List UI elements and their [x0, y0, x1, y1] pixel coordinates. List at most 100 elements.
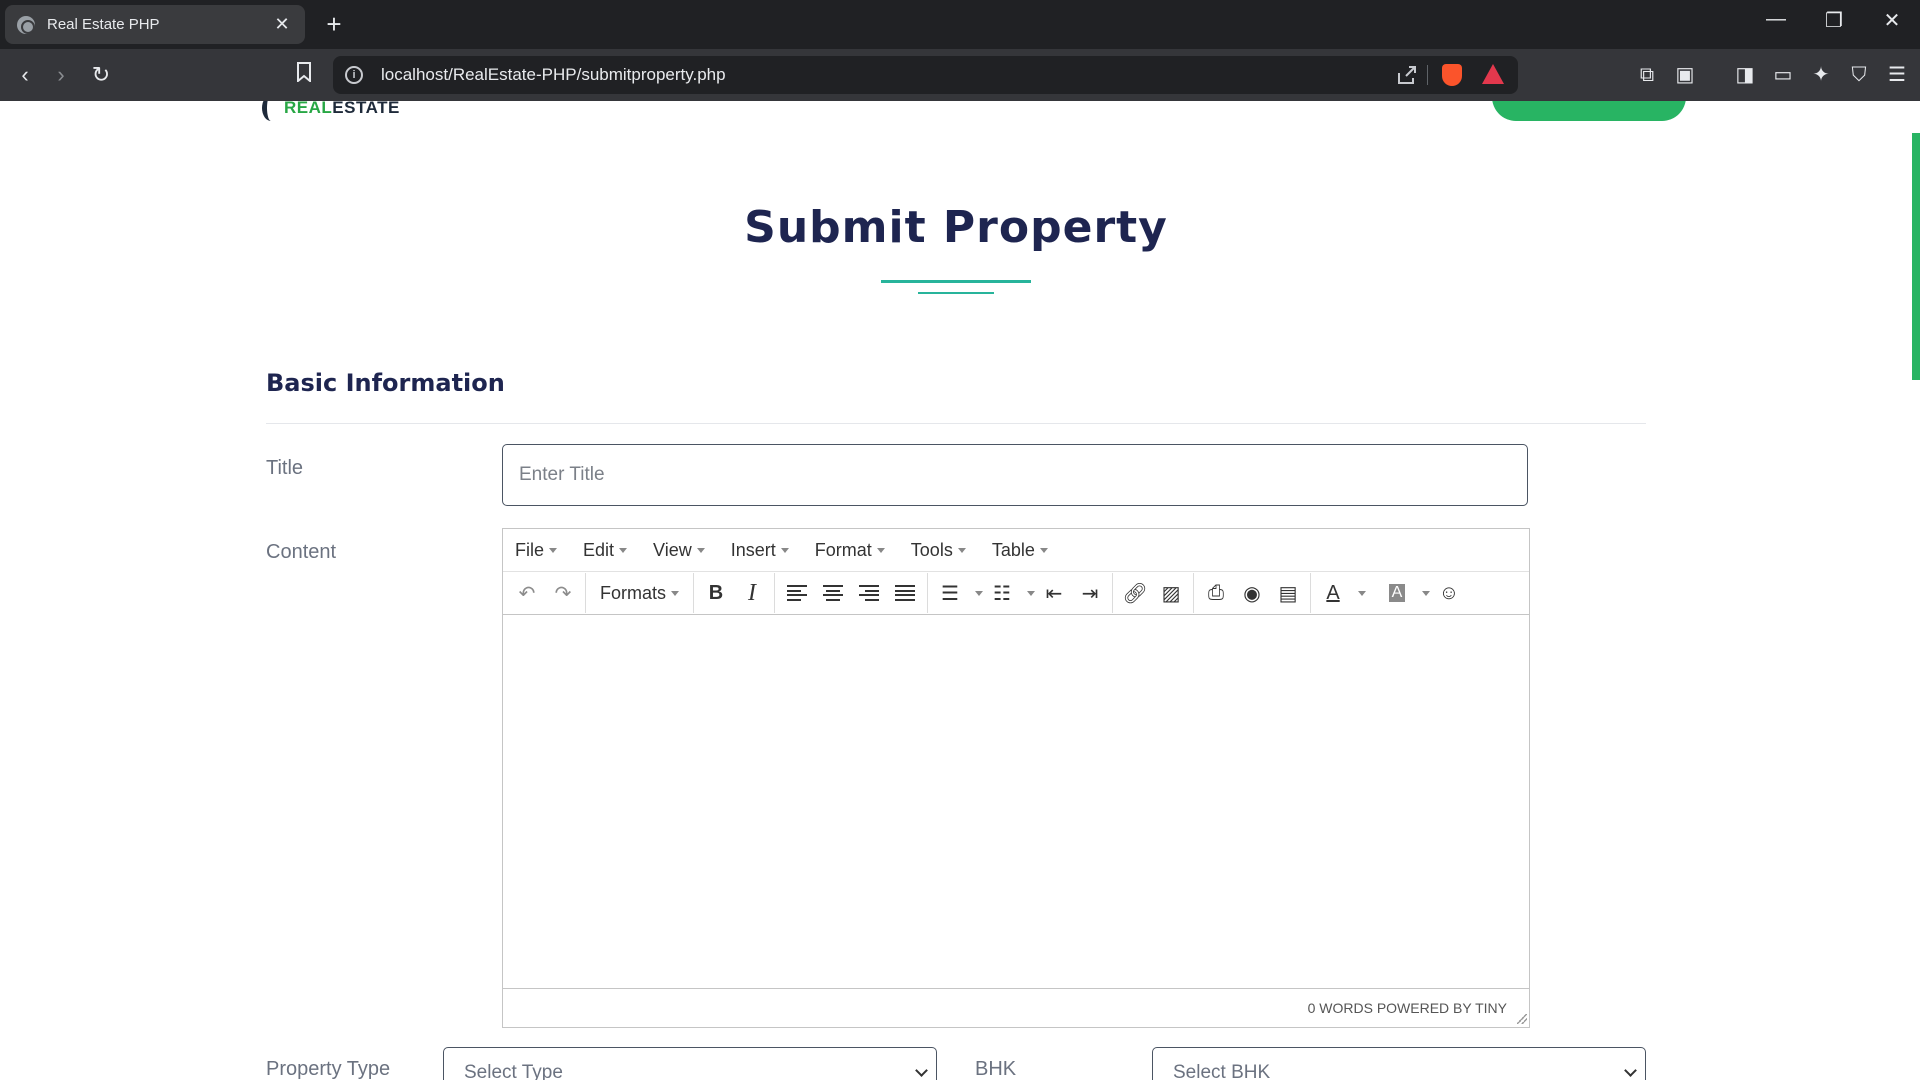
bhk-label: BHK: [975, 1058, 1017, 1080]
share-icon[interactable]: [1396, 64, 1418, 86]
align-left-icon[interactable]: [779, 575, 815, 611]
numbered-list-icon[interactable]: ☷: [984, 575, 1020, 611]
resize-handle-icon[interactable]: [1517, 1014, 1527, 1024]
chevron-down-icon: [876, 547, 885, 553]
title-underline: [881, 280, 1031, 283]
address-url[interactable]: localhost/RealEstate-PHP/submitproperty.…: [381, 65, 726, 85]
chevron-down-icon: [619, 547, 628, 553]
logo-mark-icon: [262, 101, 280, 121]
editor-content-area[interactable]: [503, 615, 1529, 989]
site-info-icon[interactable]: i: [345, 66, 363, 84]
rich-text-editor: File Edit View Insert Format Tools Table…: [502, 528, 1530, 1028]
brave-shields-icon[interactable]: [1442, 64, 1462, 86]
menu-edit[interactable]: Edit: [579, 540, 631, 561]
site-logo[interactable]: REAL ESTATE: [262, 101, 400, 121]
minimize-icon[interactable]: —: [1756, 8, 1796, 31]
chevron-down-icon: [1039, 547, 1048, 553]
back-icon[interactable]: ‹: [10, 61, 40, 91]
bullet-list-chevron-icon[interactable]: [968, 575, 984, 611]
image-icon[interactable]: ▨: [1153, 575, 1189, 611]
menu-table[interactable]: Table: [988, 540, 1052, 561]
menu-icon[interactable]: ☰: [1884, 62, 1910, 88]
align-justify-icon[interactable]: [887, 575, 923, 611]
chevron-down-icon: [974, 590, 983, 596]
reload-icon[interactable]: ↻: [86, 61, 116, 91]
menu-insert[interactable]: Insert: [727, 540, 793, 561]
editor-statusbar: 0 WORDS POWERED BY TINY: [503, 989, 1529, 1026]
toolbar-divider: [1310, 573, 1312, 613]
globe-icon: [17, 15, 35, 34]
vpn-icon[interactable]: ⛉: [1846, 62, 1872, 88]
numbered-list-chevron-icon[interactable]: [1020, 575, 1036, 611]
sidebar-icon[interactable]: ◨: [1732, 62, 1758, 88]
menu-file-label: File: [515, 539, 545, 560]
undo-icon[interactable]: ↶: [509, 575, 545, 611]
section-divider: [266, 423, 1646, 424]
scrollbar-thumb[interactable]: [1912, 133, 1920, 380]
menu-view-label: View: [653, 539, 692, 560]
align-center-icon[interactable]: [815, 575, 851, 611]
background-color-icon[interactable]: A: [1379, 575, 1415, 611]
bold-icon[interactable]: B: [698, 575, 734, 611]
menu-view[interactable]: View: [649, 540, 709, 561]
extensions-icon[interactable]: ⧉: [1634, 62, 1660, 88]
word-count-status: 0 WORDS POWERED BY TINY: [1307, 999, 1507, 1016]
link-icon[interactable]: 🔗︎: [1117, 575, 1153, 611]
editor-menubar: File Edit View Insert Format Tools Table: [503, 529, 1529, 572]
formats-dropdown[interactable]: Formats: [590, 583, 689, 604]
header-action-button[interactable]: [1492, 101, 1686, 121]
media-icon[interactable]: ▤: [1270, 575, 1306, 611]
reader-icon[interactable]: ▣: [1672, 62, 1698, 88]
chevron-down-icon: [780, 547, 789, 553]
new-tab-button[interactable]: +: [320, 10, 348, 38]
outdent-icon[interactable]: ⇤: [1036, 575, 1072, 611]
page-title: Submit Property: [744, 202, 1168, 253]
tab-close-icon[interactable]: ✕: [271, 14, 293, 35]
chevron-down-icon: [1026, 590, 1035, 596]
bullet-list-icon[interactable]: ☰: [932, 575, 968, 611]
leo-ai-icon[interactable]: ✦: [1808, 62, 1834, 88]
browser-tab[interactable]: Real Estate PHP ✕: [5, 5, 305, 44]
brave-rewards-icon[interactable]: [1482, 64, 1504, 84]
align-right-icon[interactable]: [851, 575, 887, 611]
preview-icon[interactable]: ◉: [1234, 575, 1270, 611]
wallet-icon[interactable]: ▭: [1770, 62, 1796, 88]
page-content: REAL ESTATE Submit Property Basic Inform…: [0, 101, 1920, 1080]
toolbar-divider: [1193, 573, 1195, 613]
redo-icon[interactable]: ↷: [545, 575, 581, 611]
restore-icon[interactable]: ❐: [1814, 8, 1854, 33]
menu-tools-label: Tools: [910, 539, 953, 560]
toolbar-divider: [927, 573, 929, 613]
chevron-down-icon: [671, 590, 680, 596]
logo-text-real: REAL: [284, 101, 333, 117]
bhk-select[interactable]: Select BHK: [1152, 1047, 1646, 1080]
text-color-icon[interactable]: A: [1315, 575, 1351, 611]
print-icon[interactable]: ⎙: [1198, 575, 1234, 611]
emoticons-icon[interactable]: ☺: [1431, 575, 1467, 611]
menu-insert-label: Insert: [730, 539, 776, 560]
title-underline-short: [918, 292, 994, 294]
logo-text-estate: ESTATE: [332, 101, 400, 117]
chevron-down-icon: [1421, 590, 1430, 596]
browser-tabbar: Real Estate PHP ✕ + — ❐ ✕: [0, 0, 1920, 49]
indent-icon[interactable]: ⇥: [1072, 575, 1108, 611]
property-type-select[interactable]: Select Type: [443, 1047, 937, 1080]
text-color-chevron-icon[interactable]: [1351, 575, 1367, 611]
menu-tools[interactable]: Tools: [907, 540, 970, 561]
property-type-value: Select Type: [464, 1062, 563, 1080]
tab-title: Real Estate PHP: [47, 16, 160, 33]
menu-format-label: Format: [814, 539, 872, 560]
address-bar[interactable]: i localhost/RealEstate-PHP/submitpropert…: [333, 56, 1518, 94]
chevron-down-icon: [696, 547, 705, 553]
window-close-icon[interactable]: ✕: [1872, 8, 1912, 33]
chevron-down-icon: [957, 547, 966, 553]
forward-icon[interactable]: ›: [46, 61, 76, 91]
italic-icon[interactable]: I: [734, 575, 770, 611]
menu-format[interactable]: Format: [811, 540, 889, 561]
title-input[interactable]: [502, 444, 1528, 506]
title-label: Title: [266, 457, 304, 479]
bookmark-icon[interactable]: [289, 61, 319, 91]
editor-toolbar: ↶ ↷ Formats B I ☰ ☷ ⇤ ⇥ 🔗︎ ▨ ⎙ ◉ ▤ A A ☺: [503, 572, 1529, 615]
background-color-chevron-icon[interactable]: [1415, 575, 1431, 611]
menu-file[interactable]: File: [511, 540, 561, 561]
